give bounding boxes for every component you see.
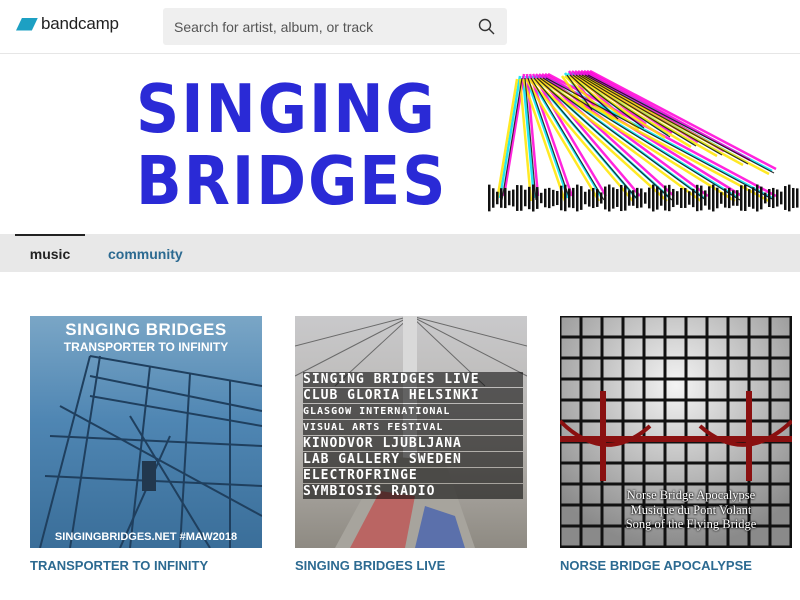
album-card[interactable]: SINGING BRIDGES TRANSPORTER TO INFINITY … bbox=[30, 316, 262, 573]
album-card[interactable]: SINGING BRIDGES LIVE CLUB GLORIA HELSINK… bbox=[295, 316, 527, 573]
tab-music[interactable]: music bbox=[15, 234, 85, 272]
search-box bbox=[163, 8, 507, 45]
cover-line: Song of the Flying Bridge bbox=[625, 517, 757, 531]
cover-line: SINGING BRIDGES LIVE bbox=[303, 372, 523, 387]
album-cover[interactable]: SINGING BRIDGES LIVE CLUB GLORIA HELSINK… bbox=[295, 316, 527, 548]
album-card[interactable]: Norse Bridge Apocalypse Musique du Pont … bbox=[560, 316, 792, 573]
album-title[interactable]: NORSE BRIDGE APOCALYPSE bbox=[560, 558, 792, 573]
cover-title: SINGING BRIDGES bbox=[65, 320, 227, 339]
cover-line: VISUAL ARTS FESTIVAL bbox=[303, 420, 523, 435]
banner-title: SINGING BRIDGES bbox=[136, 70, 448, 221]
search-icon[interactable] bbox=[477, 17, 497, 37]
banner-title-line1: SINGING bbox=[136, 70, 437, 150]
logo-text: bandcamp bbox=[41, 14, 119, 33]
search-input[interactable] bbox=[163, 8, 463, 45]
cover-venue-list: SINGING BRIDGES LIVE CLUB GLORIA HELSINK… bbox=[303, 372, 523, 500]
bandcamp-logo-icon bbox=[16, 17, 38, 31]
album-title[interactable]: TRANSPORTER TO INFINITY bbox=[30, 558, 262, 573]
album-title[interactable]: SINGING BRIDGES LIVE bbox=[295, 558, 527, 573]
cover-line: GLASGOW INTERNATIONAL bbox=[303, 404, 523, 419]
bridge-illustration bbox=[488, 69, 799, 212]
album-cover[interactable]: SINGING BRIDGES TRANSPORTER TO INFINITY … bbox=[30, 316, 262, 548]
cover-line: KINODVOR LJUBLJANA bbox=[303, 436, 523, 451]
tab-community[interactable]: community bbox=[108, 234, 183, 272]
cover-subtitle: TRANSPORTER TO INFINITY bbox=[63, 340, 229, 354]
cover-line: Norse Bridge Apocalypse bbox=[626, 488, 756, 502]
cover-line: CLUB GLORIA HELSINKI bbox=[303, 388, 523, 403]
top-bar: bandcamp bbox=[0, 0, 800, 54]
artist-banner[interactable]: SINGING BRIDGES bbox=[0, 54, 800, 234]
album-cover[interactable]: Norse Bridge Apocalypse Musique du Pont … bbox=[560, 316, 792, 548]
cover-line: ELECTROFRINGE bbox=[303, 468, 523, 483]
nav-tabs: music community bbox=[0, 234, 800, 272]
cover-footer: SINGINGBRIDGES.NET #MAW2018 bbox=[54, 531, 238, 543]
cover-line: Musique du Pont Volant bbox=[630, 503, 752, 517]
cover-line: LAB GALLERY SWEDEN bbox=[303, 452, 523, 467]
bandcamp-logo[interactable]: bandcamp bbox=[16, 13, 119, 35]
banner-title-line2: BRIDGES bbox=[136, 142, 448, 221]
cover-line: SYMBIOSIS RADIO bbox=[303, 484, 523, 499]
